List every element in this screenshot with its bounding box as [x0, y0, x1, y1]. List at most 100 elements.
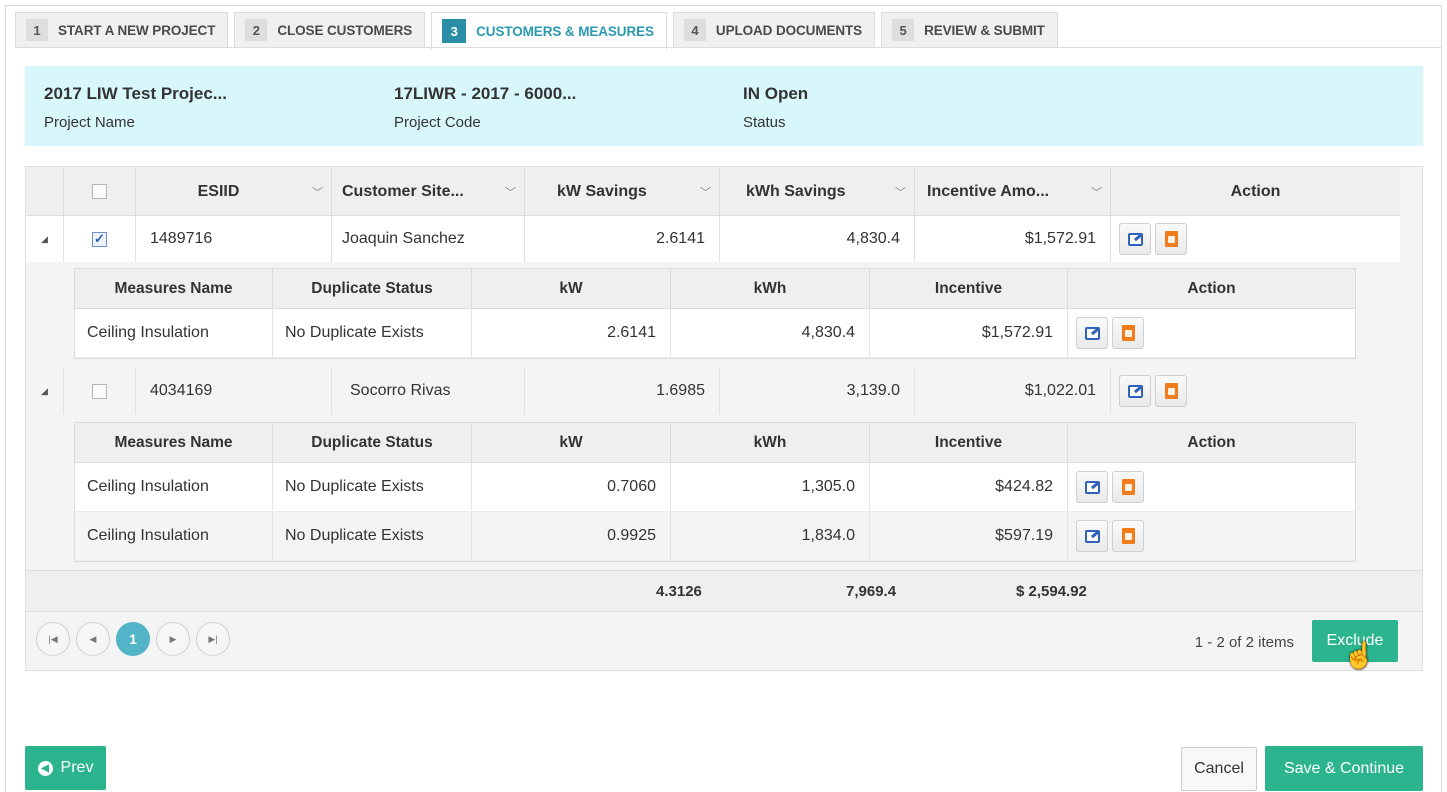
edit-button[interactable]: [1076, 471, 1108, 503]
action-cell: [1111, 368, 1400, 414]
tab-review-submit[interactable]: 5 REVIEW & SUBMIT: [881, 12, 1058, 48]
document-icon: [1164, 231, 1178, 247]
header-esiid[interactable]: ESIID ﹀: [136, 167, 332, 216]
collapse-icon[interactable]: ◢: [26, 216, 64, 262]
measure-kw-cell: 0.7060: [472, 463, 671, 511]
project-status-value: IN Open: [743, 84, 809, 103]
edit-icon: [1084, 326, 1100, 340]
edit-button[interactable]: [1119, 223, 1151, 255]
wizard-tabs: 1 START A NEW PROJECT 2 CLOSE CUSTOMERS …: [15, 12, 1064, 50]
select-all-checkbox[interactable]: [92, 184, 107, 199]
header-kwh-savings[interactable]: kWh Savings ﹀: [720, 167, 915, 216]
measure-row[interactable]: Ceiling Insulation No Duplicate Exists 0…: [75, 463, 1355, 512]
chevron-down-icon[interactable]: ﹀: [1091, 184, 1102, 200]
chevron-down-icon[interactable]: ﹀: [505, 184, 516, 200]
customer-cell: Joaquin Sanchez: [332, 216, 525, 262]
header-expander: [26, 167, 64, 216]
measure-action-cell: [1068, 512, 1355, 560]
document-button[interactable]: [1155, 375, 1187, 407]
subgrid-header: Measures Name Duplicate Status kW kWh In…: [75, 423, 1355, 463]
pager: |◀ ◀ 1 ▶ ▶|: [36, 622, 230, 656]
row-checkbox[interactable]: ✓: [92, 231, 107, 247]
edit-button[interactable]: [1076, 520, 1108, 552]
document-button[interactable]: [1112, 520, 1144, 552]
chevron-down-icon[interactable]: ﹀: [700, 184, 711, 200]
tab-start-new-project[interactable]: 1 START A NEW PROJECT: [15, 12, 229, 48]
esiid-cell: 4034169: [136, 368, 332, 414]
subheader-duplicate-status: Duplicate Status: [273, 269, 472, 308]
subheader-kw: kW: [472, 269, 671, 308]
chevron-down-icon[interactable]: ﹀: [312, 184, 323, 200]
prev-button[interactable]: ◀ Prev: [25, 746, 106, 790]
incentive-cell: $1,572.91: [915, 216, 1111, 262]
measures-subgrid: Measures Name Duplicate Status kW kWh In…: [74, 422, 1356, 562]
tab-label: CLOSE CUSTOMERS: [277, 22, 413, 38]
measure-name-cell: Ceiling Insulation: [75, 463, 273, 511]
measure-row[interactable]: Ceiling Insulation No Duplicate Exists 2…: [75, 309, 1355, 358]
measure-incentive-cell: $424.82: [870, 463, 1068, 511]
total-kwh: 7,969.4: [846, 583, 897, 600]
row-select-cell: ✓: [64, 216, 136, 262]
prev-label: Prev: [60, 759, 94, 776]
edit-button[interactable]: [1119, 375, 1151, 407]
kwh-cell: 3,139.0: [720, 368, 915, 414]
cancel-button[interactable]: Cancel: [1181, 747, 1257, 791]
measure-row[interactable]: Ceiling Insulation No Duplicate Exists 0…: [75, 512, 1355, 561]
tab-number: 4: [683, 19, 706, 41]
project-name-value: 2017 LIW Test Projec...: [44, 84, 227, 103]
customers-grid: ESIID ﹀ Customer Site... ﹀ kW Savings ﹀ kWh…: [25, 166, 1423, 671]
document-icon: [1164, 383, 1178, 399]
table-row[interactable]: ◢ 4034169 Socorro Rivas 1.6985 3,139.0 $…: [26, 368, 1400, 414]
document-button[interactable]: [1112, 471, 1144, 503]
save-continue-button[interactable]: Save & Continue: [1265, 746, 1423, 791]
duplicate-status-cell: No Duplicate Exists: [273, 512, 472, 560]
header-customer-site[interactable]: Customer Site... ﹀: [332, 167, 525, 216]
document-button[interactable]: [1155, 223, 1187, 255]
tab-customers-measures[interactable]: 3 CUSTOMERS & MEASURES: [431, 12, 667, 50]
last-page-icon[interactable]: ▶|: [196, 622, 230, 656]
subheader-kw: kW: [472, 423, 671, 462]
subheader-action: Action: [1187, 279, 1236, 297]
tab-upload-documents[interactable]: 4 UPLOAD DOCUMENTS: [672, 12, 876, 48]
prev-page-icon[interactable]: ◀: [76, 622, 110, 656]
customer-cell: Socorro Rivas: [332, 368, 525, 414]
project-status-field: IN Open Status: [743, 84, 808, 131]
subheader-incentive: Incentive: [870, 269, 1068, 308]
document-icon: [1121, 528, 1135, 544]
subheader-incentive: Incentive: [870, 423, 1068, 462]
measure-kwh-cell: 4,830.4: [671, 309, 870, 357]
project-code-value: 17LIWR - 2017 - 6000...: [394, 84, 577, 103]
next-page-icon[interactable]: ▶: [156, 622, 190, 656]
header-kw-savings[interactable]: kW Savings ﹀: [525, 167, 720, 216]
edit-button[interactable]: [1076, 317, 1108, 349]
arrow-left-circle-icon: ◀: [37, 760, 53, 776]
table-row[interactable]: ◢ ✓ 1489716 Joaquin Sanchez 2.6141 4,830…: [26, 216, 1400, 262]
tab-number: 2: [245, 19, 268, 41]
measure-action-cell: [1068, 463, 1355, 511]
tab-label: UPLOAD DOCUMENTS: [715, 22, 863, 38]
esiid-cell: 1489716: [136, 216, 332, 262]
duplicate-status-cell: No Duplicate Exists: [273, 463, 472, 511]
edit-icon: [1084, 529, 1100, 543]
measure-action-cell: [1068, 309, 1355, 357]
pager-items-info: 1 - 2 of 2 items: [1194, 634, 1294, 651]
measure-incentive-cell: $597.19: [870, 512, 1068, 560]
measure-kw-cell: 2.6141: [472, 309, 671, 357]
pager-current-page[interactable]: 1: [116, 622, 150, 656]
row-checkbox[interactable]: [92, 383, 107, 399]
project-code-label: Project Code: [394, 114, 481, 131]
kw-cell: 1.6985: [525, 368, 720, 414]
document-button[interactable]: [1112, 317, 1144, 349]
tab-close-customers[interactable]: 2 CLOSE CUSTOMERS: [234, 12, 426, 48]
row-select-cell: [64, 368, 136, 414]
chevron-down-icon[interactable]: ﹀: [895, 184, 906, 200]
measure-name-cell: Ceiling Insulation: [75, 512, 273, 560]
first-page-icon[interactable]: |◀: [36, 622, 70, 656]
header-incentive-amount[interactable]: Incentive Amo... ﹀: [915, 167, 1111, 216]
project-code-field: 17LIWR - 2017 - 6000... Project Code: [394, 84, 576, 131]
collapse-icon[interactable]: ◢: [26, 368, 64, 414]
edit-icon: [1127, 384, 1143, 398]
hand-pointer-icon: ☝: [1343, 640, 1376, 670]
tab-number: 1: [26, 19, 48, 41]
project-name-field: 2017 LIW Test Projec... Project Name: [44, 84, 227, 131]
